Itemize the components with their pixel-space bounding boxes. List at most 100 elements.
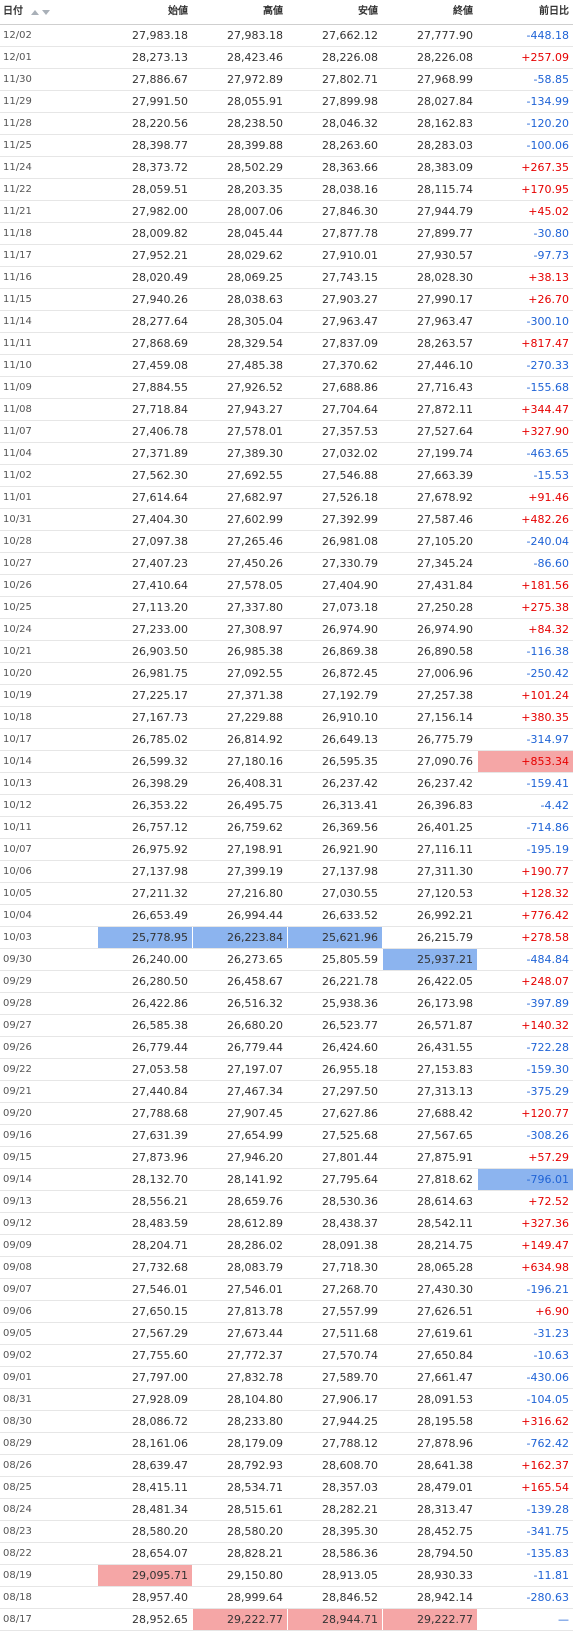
table-row: 11/18 28,009.82 28,045.44 27,877.78 27,899.7… — [0, 223, 573, 245]
low-cell: 27,802.71 — [287, 69, 382, 90]
high-cell: 27,972.89 — [192, 69, 287, 90]
date-cell: 10/13 — [3, 778, 32, 789]
close-cell: 28,641.38 — [382, 1455, 477, 1476]
change-cell: -397.89 — [477, 993, 573, 1014]
open-cell: 27,788.68 — [97, 1103, 192, 1124]
high-cell: 28,045.44 — [192, 223, 287, 244]
change-cell: +170.95 — [477, 179, 573, 200]
high-cell: 27,692.55 — [192, 465, 287, 486]
close-cell: 27,105.20 — [382, 531, 477, 552]
change-cell: +380.35 — [477, 707, 573, 728]
close-cell: 28,383.09 — [382, 157, 477, 178]
close-cell: 26,173.98 — [382, 993, 477, 1014]
high-cell: 28,305.04 — [192, 311, 287, 332]
open-cell: 26,757.12 — [97, 817, 192, 838]
open-cell: 26,599.32 — [97, 751, 192, 772]
high-cell: 28,329.54 — [192, 333, 287, 354]
change-cell: -10.63 — [477, 1345, 573, 1366]
open-cell: 28,277.64 — [97, 311, 192, 332]
change-cell: — — [477, 1609, 573, 1630]
open-cell: 26,422.86 — [97, 993, 192, 1014]
date-cell: 10/27 — [3, 558, 32, 569]
date-cell: 11/21 — [3, 206, 32, 217]
high-cell: 28,423.46 — [192, 47, 287, 68]
change-cell: +149.47 — [477, 1235, 573, 1256]
date-cell: 11/01 — [3, 492, 32, 503]
open-cell: 28,059.51 — [97, 179, 192, 200]
low-cell: 27,944.25 — [287, 1411, 382, 1432]
high-cell: 28,828.21 — [192, 1543, 287, 1564]
date-cell: 11/02 — [3, 470, 32, 481]
high-cell: 27,399.19 — [192, 861, 287, 882]
close-cell: 27,567.65 — [382, 1125, 477, 1146]
low-cell: 26,523.77 — [287, 1015, 382, 1036]
date-cell: 09/01 — [3, 1372, 32, 1383]
date-cell: 10/21 — [3, 646, 32, 657]
low-cell: 27,788.12 — [287, 1433, 382, 1454]
close-cell-period-max: 29,222.77 — [382, 1609, 477, 1630]
change-cell: -30.80 — [477, 223, 573, 244]
high-cell: 28,399.88 — [192, 135, 287, 156]
open-cell: 26,398.29 — [97, 773, 192, 794]
open-cell: 26,785.02 — [97, 729, 192, 750]
change-cell: -430.06 — [477, 1367, 573, 1388]
table-row: 10/11 26,757.12 26,759.62 26,369.56 26,401.2… — [0, 817, 573, 839]
close-cell: 27,120.53 — [382, 883, 477, 904]
date-cell: 11/24 — [3, 162, 32, 173]
date-cell: 08/19 — [3, 1570, 32, 1581]
low-cell: 27,963.47 — [287, 311, 382, 332]
date-cell: 11/10 — [3, 360, 32, 371]
sort-ascending-icon[interactable] — [31, 9, 39, 15]
high-cell: 27,467.34 — [192, 1081, 287, 1102]
close-cell: 27,899.77 — [382, 223, 477, 244]
table-row: 09/01 27,797.00 27,832.78 27,589.70 27,661.4… — [0, 1367, 573, 1389]
high-cell: 27,907.45 — [192, 1103, 287, 1124]
high-cell: 27,926.52 — [192, 377, 287, 398]
sort-descending-icon[interactable] — [42, 9, 50, 15]
high-cell: 27,946.20 — [192, 1147, 287, 1168]
table-row: 10/07 26,975.92 27,198.91 26,921.90 27,116.1… — [0, 839, 573, 861]
high-cell: 28,083.79 — [192, 1257, 287, 1278]
low-cell: 26,910.10 — [287, 707, 382, 728]
close-cell: 28,028.30 — [382, 267, 477, 288]
table-row: 09/28 26,422.86 26,516.32 25,938.36 26,173.9… — [0, 993, 573, 1015]
sort-controls — [31, 9, 50, 15]
open-cell-period-max: 29,095.71 — [97, 1565, 192, 1586]
high-cell: 27,197.07 — [192, 1059, 287, 1080]
close-cell: 27,257.38 — [382, 685, 477, 706]
open-cell: 28,481.34 — [97, 1499, 192, 1520]
date-cell: 08/17 — [3, 1614, 32, 1625]
date-cell: 10/24 — [3, 624, 32, 635]
low-cell: 28,438.37 — [287, 1213, 382, 1234]
date-cell: 08/22 — [3, 1548, 32, 1559]
high-cell: 26,680.20 — [192, 1015, 287, 1036]
date-cell: 11/22 — [3, 184, 32, 195]
high-cell: 27,265.46 — [192, 531, 287, 552]
table-row: 09/13 28,556.21 28,659.76 28,530.36 28,614.6… — [0, 1191, 573, 1213]
table-row: 09/22 27,053.58 27,197.07 26,955.18 27,153.8… — [0, 1059, 573, 1081]
low-cell: 27,570.74 — [287, 1345, 382, 1366]
change-cell: -135.83 — [477, 1543, 573, 1564]
open-cell: 26,585.38 — [97, 1015, 192, 1036]
open-cell: 27,097.38 — [97, 531, 192, 552]
table-row: 09/16 27,631.39 27,654.99 27,525.68 27,567.6… — [0, 1125, 573, 1147]
table-row: 11/07 27,406.78 27,578.01 27,357.53 27,527.6… — [0, 421, 573, 443]
table-row: 10/06 27,137.98 27,399.19 27,137.98 27,311.3… — [0, 861, 573, 883]
date-cell: 11/15 — [3, 294, 32, 305]
low-cell: 27,137.98 — [287, 861, 382, 882]
low-cell: 26,921.90 — [287, 839, 382, 860]
open-cell: 28,204.71 — [97, 1235, 192, 1256]
high-cell: 26,458.67 — [192, 971, 287, 992]
high-cell: 27,308.97 — [192, 619, 287, 640]
table-row: 10/12 26,353.22 26,495.75 26,313.41 26,396.8… — [0, 795, 573, 817]
date-cell: 09/30 — [3, 954, 32, 965]
date-cell: 10/12 — [3, 800, 32, 811]
date-cell: 11/17 — [3, 250, 32, 261]
low-cell: 26,872.45 — [287, 663, 382, 684]
close-cell: 27,430.30 — [382, 1279, 477, 1300]
close-cell: 27,944.79 — [382, 201, 477, 222]
open-cell: 27,884.55 — [97, 377, 192, 398]
date-cell: 09/15 — [3, 1152, 32, 1163]
table-body: 12/02 27,983.18 27,983.18 27,662.12 27,777.9… — [0, 25, 573, 1631]
low-cell: 27,837.09 — [287, 333, 382, 354]
